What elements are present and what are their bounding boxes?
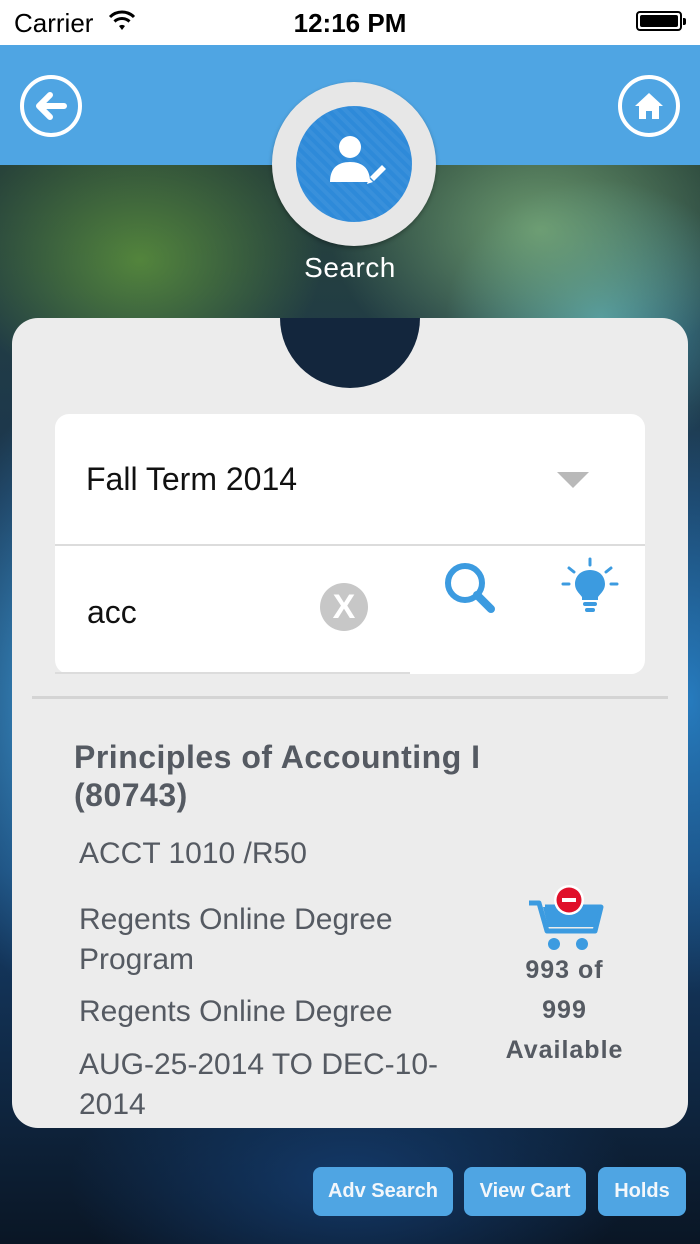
avatar-badge — [296, 106, 412, 222]
section-divider — [32, 696, 668, 699]
page-title: Search — [304, 252, 396, 283]
seats-label: Available — [505, 1036, 624, 1064]
seat-availability: 993 of 999 Available — [492, 950, 637, 1070]
chevron-down-icon — [557, 472, 589, 488]
term-select[interactable]: Fall Term 2014 — [55, 414, 645, 546]
seats-total: 999 — [542, 996, 587, 1024]
course-code: ACCT 1010 /R50 — [79, 837, 307, 870]
course-campus: Regents Online Degree — [79, 995, 393, 1028]
course-dates: AUG-25-2014 TO DEC-10-2014 — [79, 1048, 439, 1121]
view-cart-button[interactable]: View Cart — [464, 1167, 586, 1216]
search-form: Fall Term 2014 X — [55, 414, 645, 674]
clear-button[interactable]: X — [320, 583, 368, 631]
holds-button[interactable]: Holds — [598, 1167, 686, 1216]
search-card: Fall Term 2014 X Principles of Accountin… — [12, 318, 688, 1128]
card-notch — [280, 318, 420, 388]
search-input[interactable] — [85, 589, 309, 635]
course-title[interactable]: Principles of Accounting I (80743) — [74, 738, 594, 814]
battery-icon — [636, 11, 686, 31]
course-program: Regents Online Degree Program — [79, 903, 393, 976]
user-edit-icon — [330, 136, 386, 184]
term-value: Fall Term 2014 — [86, 461, 298, 497]
lightbulb-icon[interactable] — [560, 556, 620, 616]
clock: 12:16 PM — [293, 8, 407, 38]
home-icon — [635, 93, 663, 119]
clear-icon: X — [332, 588, 356, 626]
input-underline — [55, 672, 410, 674]
seats-count: 993 of — [525, 956, 604, 984]
back-button[interactable] — [20, 75, 82, 137]
home-button[interactable] — [618, 75, 680, 137]
search-icon[interactable] — [440, 559, 500, 619]
back-arrow-icon — [36, 92, 67, 120]
adv-search-button[interactable]: Adv Search — [313, 1167, 453, 1216]
cart-remove-icon[interactable] — [527, 883, 607, 955]
status-bar: Carrier 12:16 PM — [0, 0, 700, 45]
search-avatar — [272, 82, 436, 246]
